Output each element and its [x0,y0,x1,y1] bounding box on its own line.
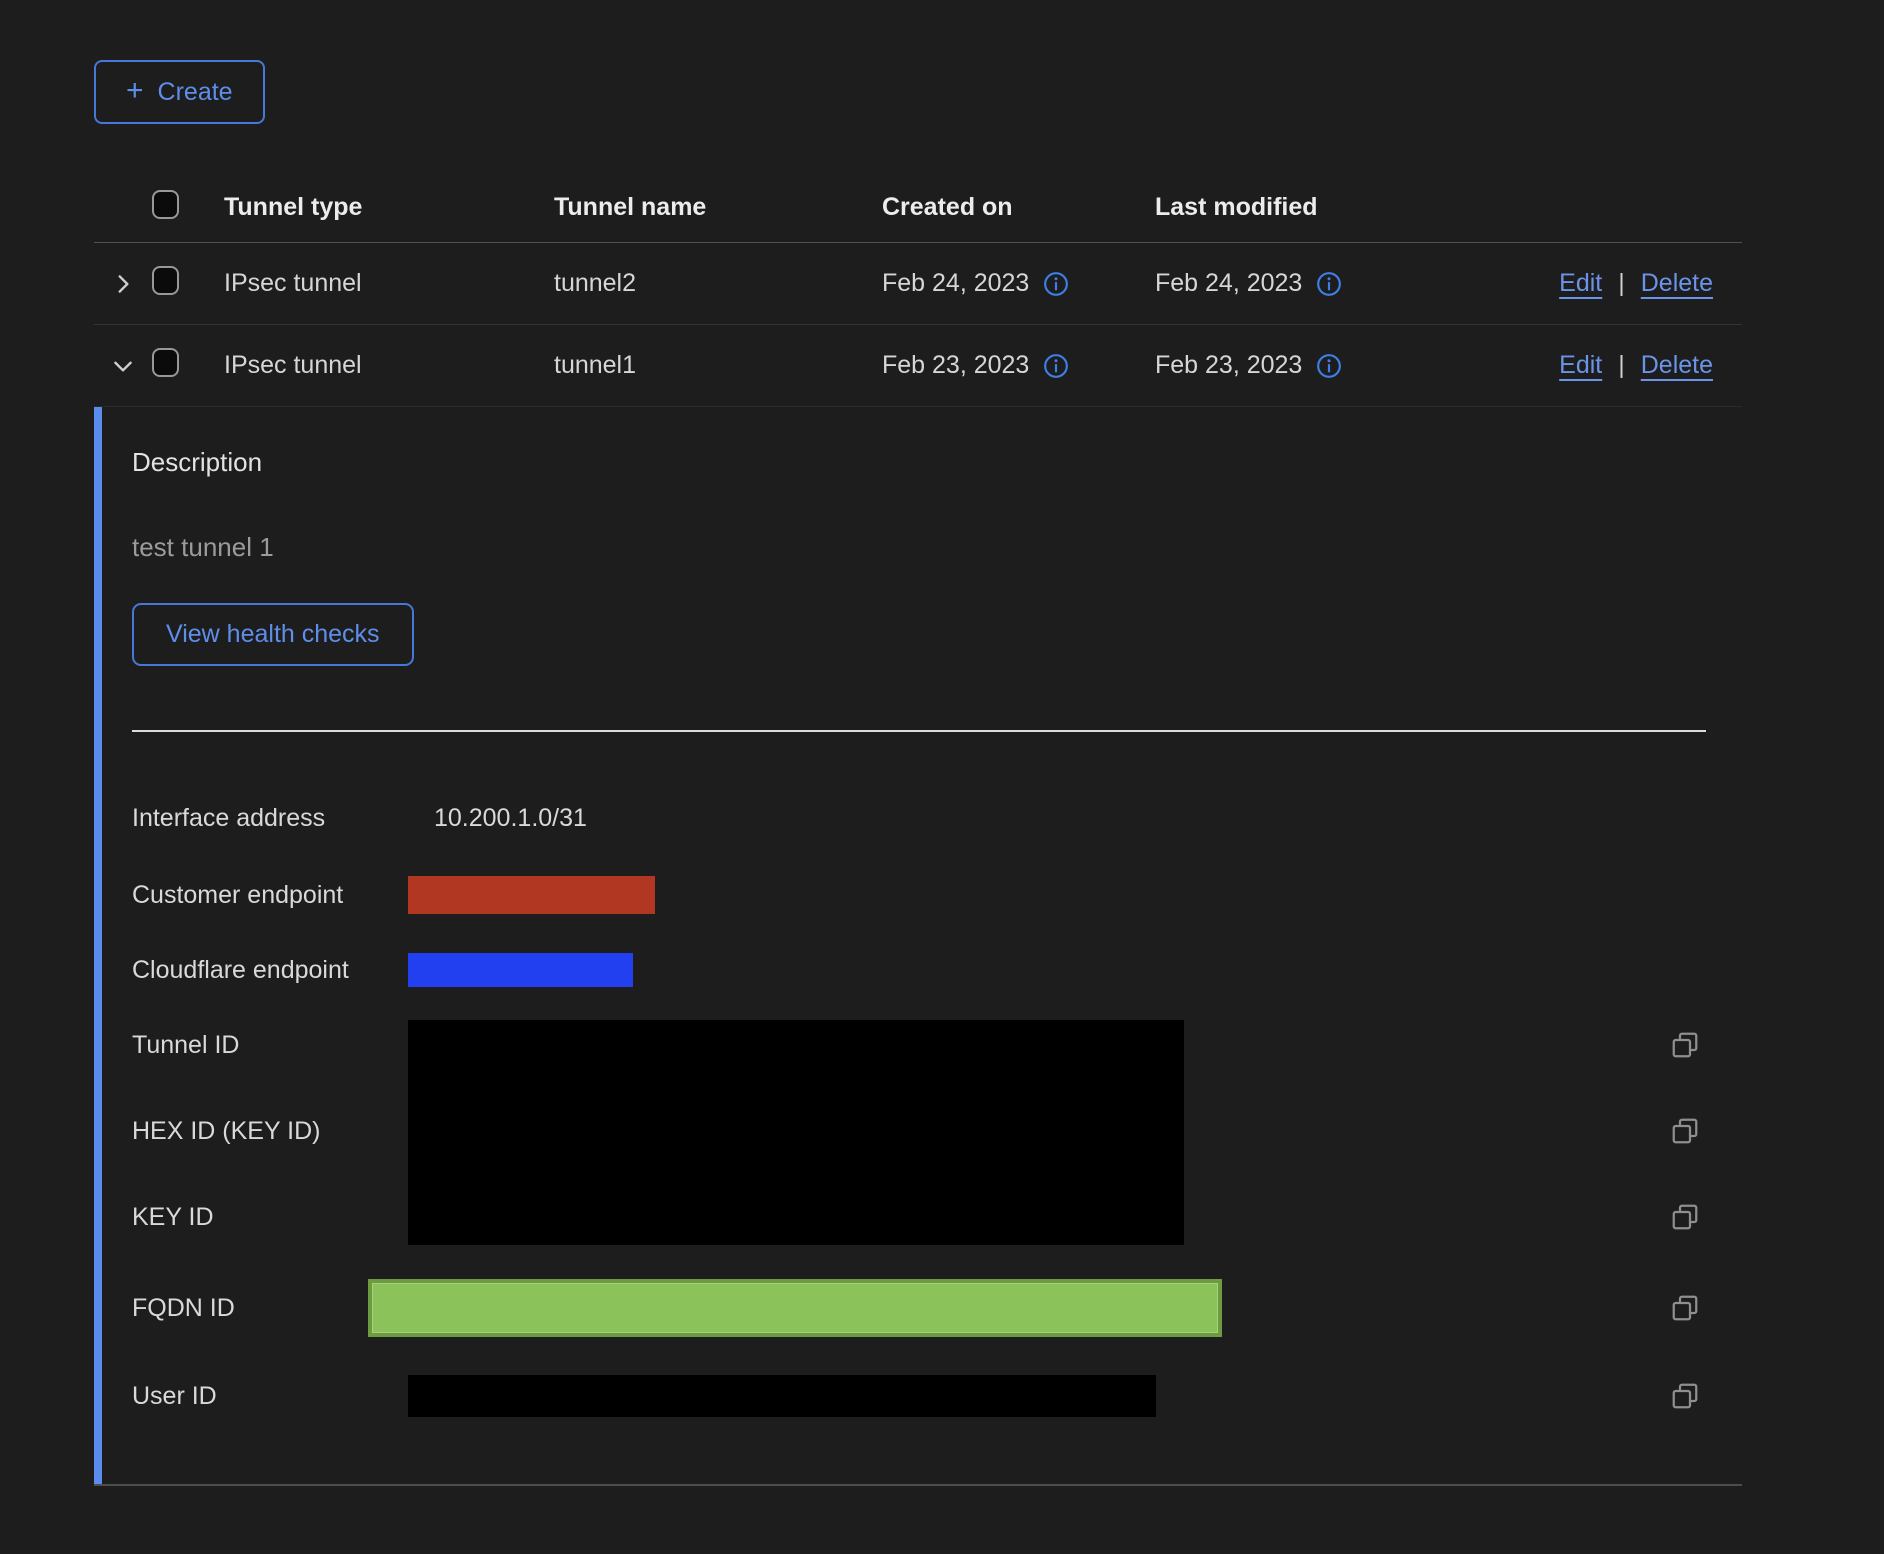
created-on-value: Feb 23, 2023 [882,351,1029,380]
created-on-value: Feb 24, 2023 [882,269,1029,298]
copy-icon [1670,1030,1700,1060]
create-button[interactable]: + Create [94,60,265,124]
tunnel-table: Tunnel type Tunnel name Created on Last … [94,172,1742,1486]
id-group-redacted-value [408,1020,1184,1245]
customer-endpoint-redacted-value [408,876,655,914]
last-modified-value: Feb 24, 2023 [1155,269,1302,298]
cloudflare-endpoint-label: Cloudflare endpoint [132,956,408,985]
copy-icon [1670,1202,1700,1232]
action-separator: | [1618,269,1625,298]
info-icon[interactable] [1043,271,1069,297]
chevron-down-icon [110,353,136,379]
key-id-label: KEY ID [132,1202,408,1232]
customer-endpoint-label: Customer endpoint [132,881,408,910]
last-modified-cell: Feb 23, 2023 [1155,351,1535,380]
tunnel-type-cell: IPsec tunnel [224,351,554,380]
action-separator: | [1618,351,1625,380]
info-icon[interactable] [1043,353,1069,379]
row-checkbox[interactable] [152,348,179,377]
delete-link[interactable]: Delete [1641,269,1713,298]
description-label: Description [132,447,1742,478]
interface-address-row: Interface address 10.200.1.0/31 [132,798,1742,838]
interface-address-value: 10.200.1.0/31 [408,804,587,833]
created-on-cell: Feb 23, 2023 [882,351,1155,380]
user-id-row: User ID [132,1375,1742,1417]
cloudflare-endpoint-redacted-value [408,953,633,987]
copy-user-id-button[interactable] [1670,1381,1700,1411]
delete-link[interactable]: Delete [1641,351,1713,380]
column-header-last-modified: Last modified [1155,193,1535,222]
expand-row-button[interactable] [94,271,152,297]
view-health-checks-button[interactable]: View health checks [132,603,414,666]
last-modified-cell: Feb 24, 2023 [1155,269,1535,298]
tunnels-page: + Create Tunnel type Tunnel name Created… [0,0,1884,1554]
user-id-label: User ID [132,1382,408,1411]
interface-address-label: Interface address [132,804,408,833]
tunnel-id-label: Tunnel ID [132,1030,408,1060]
column-header-tunnel-name: Tunnel name [554,193,882,222]
edit-link[interactable]: Edit [1559,269,1602,298]
row-checkbox[interactable] [152,266,179,295]
table-header-row: Tunnel type Tunnel name Created on Last … [94,172,1742,243]
fqdn-id-label: FQDN ID [132,1294,408,1323]
copy-fqdn-id-button[interactable] [1670,1293,1700,1323]
tunnel-detail-panel: Description test tunnel 1 View health ch… [94,407,1742,1484]
copy-hex-id-button[interactable] [1670,1116,1700,1146]
customer-endpoint-row: Customer endpoint [132,876,1742,914]
tunnel-type-cell: IPsec tunnel [224,269,554,298]
panel-divider [132,730,1706,732]
tunnel-name-cell: tunnel2 [554,269,882,298]
chevron-right-icon [110,271,136,297]
copy-icon [1670,1293,1700,1323]
cloudflare-endpoint-row: Cloudflare endpoint [132,953,1742,987]
info-icon[interactable] [1316,353,1342,379]
fqdn-id-redacted-value [368,1279,1222,1337]
table-row: IPsec tunnel tunnel1 Feb 23, 2023 Feb 23… [94,325,1742,407]
column-header-tunnel-type: Tunnel type [224,193,554,222]
copy-key-id-button[interactable] [1670,1202,1700,1232]
copy-icon [1670,1116,1700,1146]
info-icon[interactable] [1316,271,1342,297]
user-id-redacted-value [408,1375,1156,1417]
created-on-cell: Feb 24, 2023 [882,269,1155,298]
copy-tunnel-id-button[interactable] [1670,1030,1700,1060]
copy-icon [1670,1381,1700,1411]
plus-icon: + [126,76,144,106]
description-value: test tunnel 1 [132,532,1742,563]
table-row: IPsec tunnel tunnel2 Feb 24, 2023 Feb 24… [94,243,1742,325]
fqdn-id-row: FQDN ID [132,1279,1742,1337]
collapse-row-button[interactable] [94,353,152,379]
column-header-created-on: Created on [882,193,1155,222]
last-modified-value: Feb 23, 2023 [1155,351,1302,380]
select-all-checkbox[interactable] [152,190,179,219]
id-group-row: Tunnel ID HEX ID (KEY ID) KEY ID [132,1020,1742,1245]
tunnel-name-cell: tunnel1 [554,351,882,380]
hex-id-label: HEX ID (KEY ID) [132,1116,408,1146]
table-bottom-divider [94,1484,1742,1486]
edit-link[interactable]: Edit [1559,351,1602,380]
create-button-label: Create [158,78,233,107]
